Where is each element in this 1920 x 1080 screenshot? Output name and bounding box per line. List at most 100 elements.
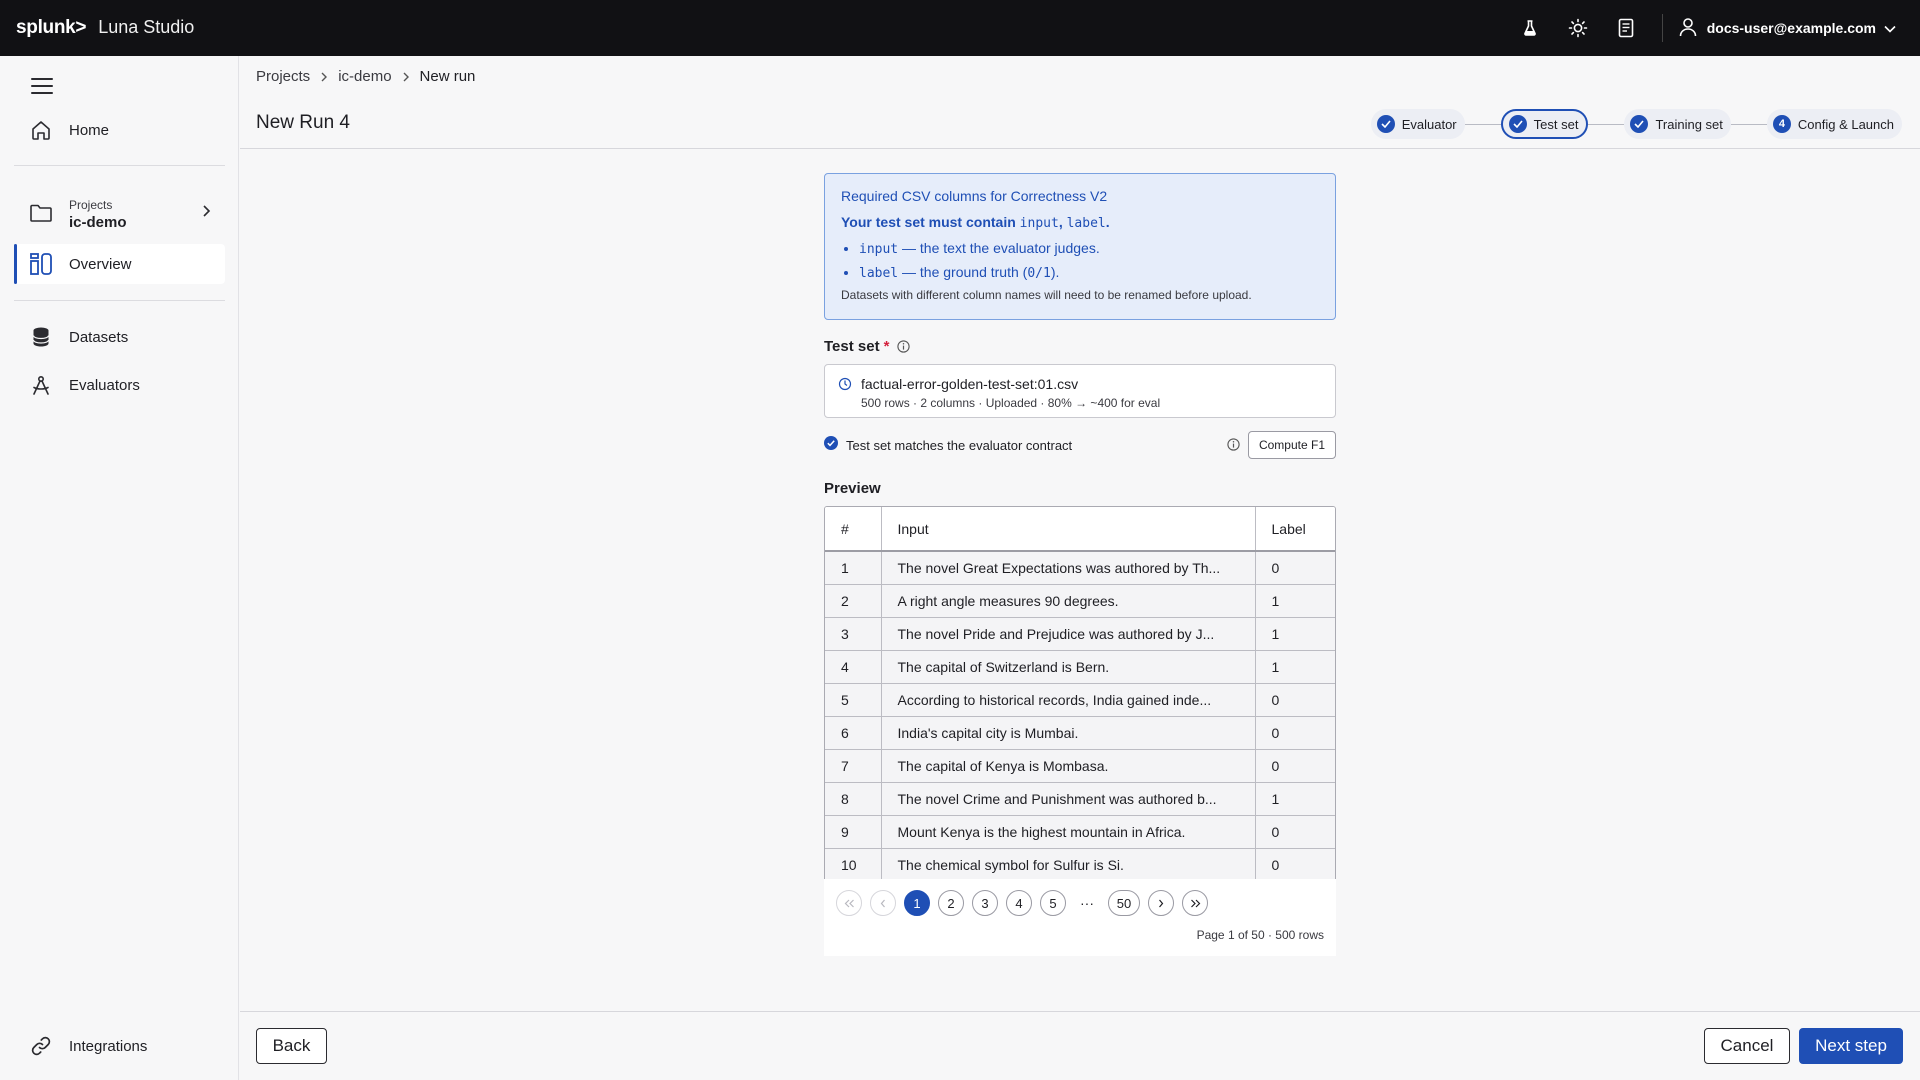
table-row: 2A right angle measures 90 degrees. 1 <box>825 583 1335 617</box>
row-number: 2 <box>825 583 882 617</box>
step-test-set[interactable]: Test set <box>1500 109 1589 139</box>
page-button-5[interactable]: 5 <box>1040 890 1066 916</box>
step-number: 4 <box>1772 115 1791 133</box>
notice-note: Datasets with different column names wil… <box>841 288 1252 302</box>
footer-divider <box>240 1011 1920 1012</box>
period: . <box>1105 214 1110 230</box>
row-label: 1 <box>1255 616 1335 650</box>
pagination-status: Page 1 of 50 · 500 rows <box>1196 928 1324 942</box>
projects-label: Projects <box>69 197 113 212</box>
test-set-file-select[interactable]: factual-error-golden-test-set:01.csv 500… <box>824 364 1336 418</box>
sun-icon[interactable] <box>1566 16 1590 40</box>
sidebar-item-projects[interactable]: Projects ic-demo <box>14 186 225 242</box>
info-icon[interactable] <box>897 340 911 353</box>
project-selector: Projects ic-demo <box>69 198 127 231</box>
sidebar-divider <box>14 300 225 301</box>
table-row: 10 The chemical symbol for Sulfur is Si. 0 <box>825 847 1335 881</box>
row-input: The capital of Kenya is Mombasa. <box>881 748 1256 782</box>
menu-icon[interactable] <box>31 76 53 96</box>
flask-icon[interactable] <box>1518 16 1542 40</box>
sidebar-divider <box>14 165 225 166</box>
step-label: Training set <box>1655 116 1723 132</box>
file-meta: 500 rows · 2 columns · Uploaded · 80% → … <box>861 396 1161 410</box>
table-row: 4 The capital of Switzerland is Bern. 1 <box>825 649 1335 683</box>
page-button-2[interactable]: 2 <box>938 890 964 916</box>
overview-icon <box>29 252 53 276</box>
row-label: 0 <box>1255 715 1335 749</box>
check-icon <box>1508 115 1527 133</box>
cancel-button[interactable]: Cancel <box>1704 1028 1790 1064</box>
product-name: Luna Studio <box>98 17 195 37</box>
link-icon <box>29 1034 53 1058</box>
page-button-3[interactable]: 3 <box>972 890 998 916</box>
table-header: # Input Label <box>825 507 1335 552</box>
bullet-text: — the ground truth ( <box>898 264 1028 280</box>
page-button-last[interactable]: 50 <box>1108 890 1140 916</box>
step-label: Evaluator <box>1401 116 1457 132</box>
row-label: 0 <box>1255 682 1335 716</box>
info-icon[interactable] <box>1227 438 1240 451</box>
next-page-button[interactable] <box>1148 890 1174 916</box>
breadcrumb-project[interactable]: ic-demo <box>338 68 391 85</box>
step-training-set[interactable]: Training set <box>1624 109 1731 139</box>
notice-subtitle: Your test set must contain input, label. <box>841 214 1319 231</box>
user-menu[interactable]: docs-user@example.com <box>1679 17 1896 40</box>
notice-title: Required CSV columns for Correctness V2 <box>841 188 1108 204</box>
list-item: label — the ground truth (0/1). <box>859 264 1319 281</box>
sidebar-item-home[interactable]: Home <box>14 110 225 150</box>
sidebar-item-label: Evaluators <box>69 376 140 394</box>
sidebar-item-integrations[interactable]: Integrations <box>14 1026 225 1066</box>
sidebar-item-label: Home <box>69 121 110 139</box>
column-header-label: Label <box>1255 507 1335 552</box>
row-input: The novel Crime and Punishment was autho… <box>881 781 1256 815</box>
compute-f1-button[interactable]: Compute F1 <box>1247 431 1336 459</box>
row-label: 0 <box>1255 551 1335 584</box>
required-mark: * <box>883 338 890 355</box>
page-button-4[interactable]: 4 <box>1006 890 1032 916</box>
step-evaluator[interactable]: Evaluator <box>1370 109 1465 139</box>
preview-table: # Input Label 1 The novel Great Expectati… <box>824 506 1336 882</box>
code-values: 0/1 <box>1027 266 1051 281</box>
row-input: The novel Great Expectations was authore… <box>881 551 1256 584</box>
list-item: input — the text the evaluator judges. <box>859 240 1319 257</box>
row-number: 3 <box>825 616 882 650</box>
code-input: input <box>859 242 899 257</box>
table-row: 8 The novel Crime and Punishment was auth… <box>825 781 1335 815</box>
row-input: India's capital city is Mumbai. <box>881 715 1256 749</box>
contract-text: Test set matches the evaluator contract <box>846 437 1073 453</box>
page-title: New Run 4 <box>256 112 350 133</box>
check-icon <box>1630 115 1649 133</box>
table-row: 9 Mount Kenya is the highest mountain in … <box>825 814 1335 848</box>
chevron-right-icon <box>201 204 211 223</box>
step-config-launch[interactable]: 4 Config & Launch <box>1766 109 1902 139</box>
sidebar-item-datasets[interactable]: Datasets <box>14 317 225 357</box>
sidebar-item-label: Overview <box>69 255 132 273</box>
row-input: The capital of Switzerland is Bern. <box>881 649 1256 683</box>
sidebar-item-label: Integrations <box>69 1037 148 1055</box>
check-circle-icon <box>824 435 838 455</box>
comma: , <box>1058 214 1067 230</box>
next-step-button[interactable]: Next step <box>1799 1028 1903 1064</box>
breadcrumb-projects[interactable]: Projects <box>256 68 310 85</box>
back-button[interactable]: Back <box>256 1028 327 1064</box>
sidebar-item-overview[interactable]: Overview <box>14 244 225 284</box>
top-divider <box>1661 14 1663 42</box>
row-number: 1 <box>825 551 882 584</box>
brand-logo: splunk> <box>16 17 87 38</box>
code-label: label <box>859 266 899 281</box>
header-divider <box>240 148 1920 149</box>
prev-page-button[interactable] <box>870 890 896 916</box>
last-page-button[interactable] <box>1182 890 1208 916</box>
brand[interactable]: splunk> Luna Studio <box>16 17 194 39</box>
docs-icon[interactable] <box>1614 16 1638 40</box>
sidebar-item-evaluators[interactable]: Evaluators <box>14 365 225 405</box>
chevron-down-icon <box>1884 20 1896 36</box>
pagination: 1 2 3 4 5 ··· 50 Page 1 of 50 · 500 rows <box>824 879 1336 956</box>
table-row: 5 According to historical records, India … <box>825 682 1335 716</box>
row-number: 4 <box>825 649 882 683</box>
sidebar-item-label: Datasets <box>69 328 129 346</box>
top-bar: splunk> Luna Studio docs-user@example.co… <box>0 0 1920 56</box>
row-input: A right angle measures 90 degrees. <box>881 583 1256 617</box>
page-button-1[interactable]: 1 <box>904 890 930 916</box>
first-page-button[interactable] <box>836 890 862 916</box>
